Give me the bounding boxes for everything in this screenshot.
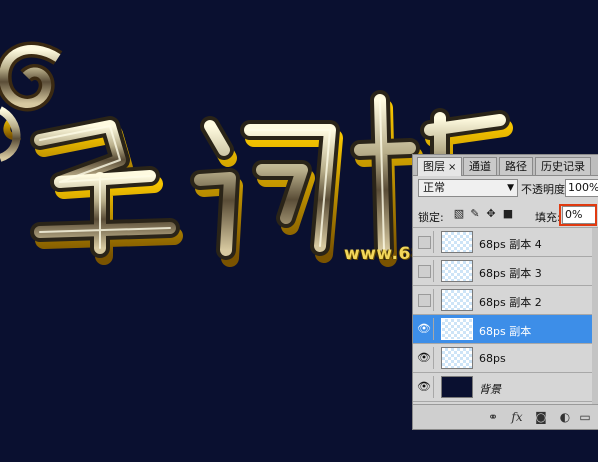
layer-name: 68ps — [479, 352, 506, 365]
fill-label: 填充: — [535, 211, 561, 224]
opacity-input[interactable]: 100% — [565, 179, 598, 197]
eye-icon[interactable]: 👁 — [415, 376, 434, 398]
tab-history[interactable]: 历史记录 — [535, 157, 591, 175]
tab-channels-label: 通道 — [469, 160, 491, 173]
lock-all-icon[interactable]: ■ — [502, 208, 514, 220]
tab-paths[interactable]: 路径 — [499, 157, 533, 175]
blend-mode-select[interactable]: 正常 ▼ — [418, 179, 518, 197]
layer-thumbnail — [441, 376, 473, 398]
visibility-toggle[interactable] — [415, 231, 434, 253]
layer-name: 68ps 副本 3 — [479, 267, 542, 280]
layer-thumbnail — [441, 231, 473, 253]
panel-footer: ⚭ fx ◙ ◐ ▭ — [413, 404, 598, 429]
tab-history-label: 历史记录 — [541, 160, 585, 173]
tab-paths-label: 路径 — [505, 160, 527, 173]
dropdown-arrow-icon: ▼ — [507, 183, 514, 193]
mask-icon[interactable]: ◙ — [533, 409, 549, 425]
layer-row[interactable]: 68ps 副本 3 — [413, 257, 598, 286]
visibility-toggle[interactable] — [415, 289, 434, 311]
lock-label: 锁定: — [418, 211, 444, 224]
lock-move-icon[interactable]: ✥ — [485, 208, 497, 220]
layer-list: 68ps 副本 4 68ps 副本 3 68ps 副本 2 👁 68ps 副本 … — [413, 228, 598, 406]
link-icon[interactable]: ⚭ — [485, 409, 501, 425]
layer-name: 68ps 副本 4 — [479, 238, 542, 251]
fx-icon[interactable]: fx — [509, 409, 525, 425]
layer-row[interactable]: 👁 背景 — [413, 373, 598, 402]
lock-row: 锁定: ▧ ✎ ✥ ■ 填充: 0% — [413, 203, 598, 228]
layer-name: 68ps 副本 2 — [479, 296, 542, 309]
tab-layers-label: 图层 — [423, 160, 445, 173]
visibility-toggle[interactable] — [415, 260, 434, 282]
lock-brush-icon[interactable]: ✎ — [469, 208, 481, 220]
folder-icon[interactable]: ▭ — [577, 409, 593, 425]
blend-mode-value: 正常 — [423, 181, 445, 194]
opacity-label: 不透明度: — [521, 183, 569, 196]
tab-layers[interactable]: 图层 × — [417, 157, 463, 176]
eye-icon[interactable]: 👁 — [415, 347, 434, 369]
tab-close-icon[interactable]: × — [448, 162, 456, 173]
fill-highlight-box — [559, 204, 597, 226]
layer-row[interactable]: 68ps 副本 4 — [413, 228, 598, 257]
blend-row: 正常 ▼ 不透明度: 100% — [413, 178, 598, 200]
layers-panel: 图层 × 通道 路径 历史记录 正常 ▼ 不透明度: 100% 锁定: ▧ ✎ ✥… — [412, 154, 598, 430]
layer-row-selected[interactable]: 👁 68ps 副本 — [413, 315, 598, 344]
layer-scrollbar[interactable] — [592, 228, 598, 406]
panel-tab-bar: 图层 × 通道 路径 历史记录 — [413, 155, 598, 176]
layer-thumbnail — [441, 318, 473, 340]
layer-row[interactable]: 👁 68ps — [413, 344, 598, 373]
layer-name: 68ps 副本 — [479, 325, 532, 338]
layer-name: 背景 — [479, 383, 501, 396]
layer-thumbnail — [441, 347, 473, 369]
tab-channels[interactable]: 通道 — [463, 157, 497, 175]
layer-thumbnail — [441, 260, 473, 282]
eye-icon[interactable]: 👁 — [415, 318, 434, 340]
layer-row[interactable]: 68ps 副本 2 — [413, 286, 598, 315]
adjustment-icon[interactable]: ◐ — [557, 409, 573, 425]
lock-transparent-icon[interactable]: ▧ — [453, 208, 465, 220]
layer-thumbnail — [441, 289, 473, 311]
